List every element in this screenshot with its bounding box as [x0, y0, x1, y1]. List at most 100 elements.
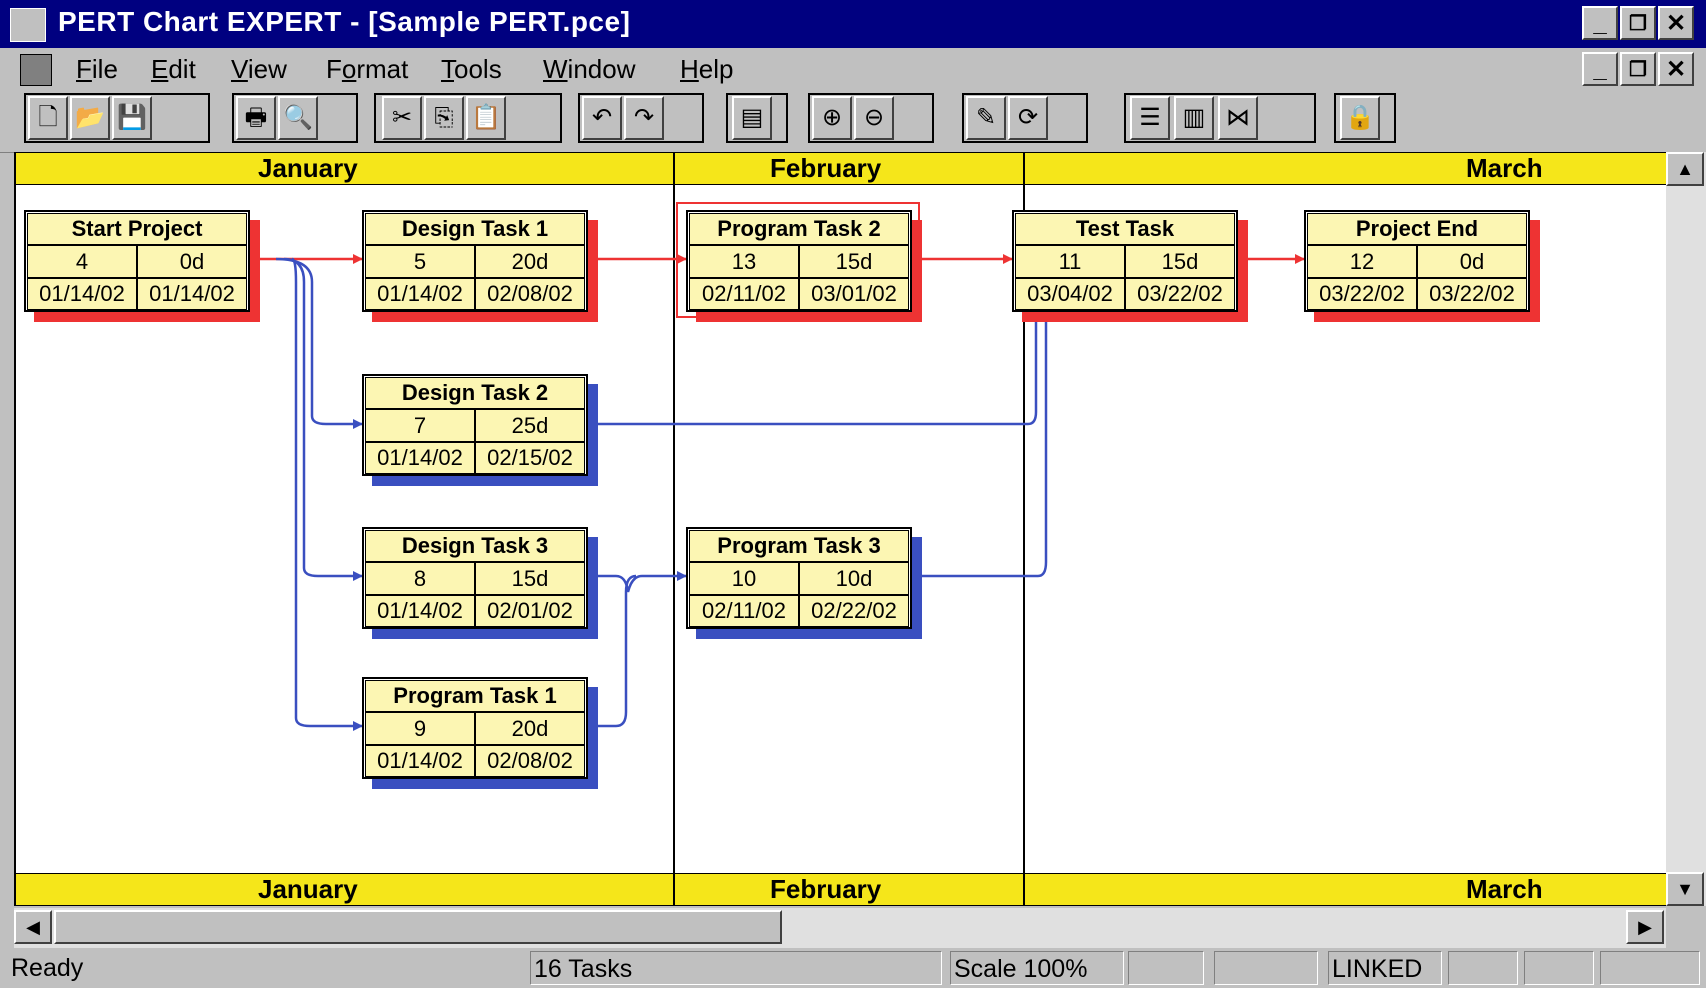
app-icon[interactable]: [10, 8, 46, 42]
task-box: Design Task 2 7 25d 01/14/02 02/15/02: [362, 374, 588, 476]
column-layout-icon: ▥: [1182, 104, 1206, 131]
task-duration: 10d: [799, 562, 909, 595]
doc-restore-button[interactable]: ❐: [1620, 52, 1656, 86]
scroll-thumb[interactable]: [54, 910, 782, 944]
save-icon: 💾: [117, 104, 147, 131]
task-end-date: 02/22/02: [799, 595, 909, 627]
open-icon: 📂: [75, 104, 105, 131]
task-info-icon: ▤: [740, 104, 764, 131]
menu-format[interactable]: Format: [326, 54, 408, 85]
scroll-down-button[interactable]: ▼: [1666, 872, 1704, 906]
status-ready: Ready: [11, 954, 84, 982]
window-title: PERT Chart EXPERT - [Sample PERT.pce]: [58, 6, 631, 37]
task-id: 11: [1015, 245, 1125, 278]
link-tasks-button[interactable]: ✎: [966, 96, 1006, 140]
document-icon[interactable]: [20, 54, 52, 86]
menu-edit[interactable]: Edit: [151, 54, 196, 85]
minimize-button[interactable]: _: [1582, 6, 1618, 40]
restore-button[interactable]: ❐: [1620, 6, 1656, 40]
menu-bar: File Edit View Format Tools Window Help …: [0, 48, 1706, 90]
scroll-left-button[interactable]: ◀: [14, 910, 52, 944]
task-id: 7: [365, 409, 475, 442]
status-linked: LINKED: [1328, 951, 1442, 985]
menu-file[interactable]: File: [76, 54, 118, 85]
print-preview-icon: 🔍: [283, 104, 313, 131]
vertical-scrollbar[interactable]: ▲ ▼: [1666, 152, 1706, 906]
doc-minimize-button[interactable]: _: [1582, 52, 1618, 86]
toolbar: 🗋 📂 💾 🖶 🔍 ✂ ⎘ 📋 ↶ ↷ ▤ ⊕ ⊖ ✎ ⟳ ☰ ▥ ⋈ 🔒: [0, 90, 1706, 153]
zoom-out-button[interactable]: ⊖: [854, 96, 894, 140]
dependency-link[interactable]: [275, 257, 363, 429]
status-panel-empty: [1128, 951, 1204, 985]
task-name: Test Task: [1015, 213, 1235, 245]
task-start-date: 01/14/02: [365, 278, 475, 310]
compress-button[interactable]: ⋈: [1218, 96, 1258, 140]
task-box: Project End 12 0d 03/22/02 03/22/02: [1304, 210, 1530, 312]
task-node[interactable]: Start Project 4 0d 01/14/02 01/14/02: [24, 210, 260, 322]
task-node[interactable]: Design Task 1 5 20d 01/14/02 02/08/02: [362, 210, 598, 322]
task-node[interactable]: Design Task 3 8 15d 01/14/02 02/01/02: [362, 527, 598, 639]
doc-close-button[interactable]: ✕: [1658, 52, 1694, 86]
pert-chart-canvas[interactable]: January February March January February …: [14, 152, 1666, 906]
row-layout-icon: ☰: [1139, 104, 1161, 131]
print-preview-button[interactable]: 🔍: [278, 96, 318, 140]
task-duration: 20d: [475, 712, 585, 745]
status-panel-empty: [1214, 951, 1318, 985]
zoom-out-icon: ⊖: [863, 104, 885, 131]
task-start-date: 01/14/02: [365, 745, 475, 777]
task-name: Start Project: [27, 213, 247, 245]
title-bar: PERT Chart EXPERT - [Sample PERT.pce] _ …: [0, 0, 1706, 48]
task-info-button[interactable]: ▤: [732, 96, 772, 140]
task-node[interactable]: Project End 12 0d 03/22/02 03/22/02: [1304, 210, 1540, 322]
task-end-date: 02/15/02: [475, 442, 585, 474]
new-button[interactable]: 🗋: [28, 96, 68, 140]
selection-outline: [676, 202, 920, 318]
horizontal-scrollbar[interactable]: ◀ ▶: [14, 908, 1666, 948]
status-task-count: 16 Tasks: [530, 951, 942, 985]
task-id: 12: [1307, 245, 1417, 278]
scroll-right-button[interactable]: ▶: [1626, 910, 1664, 944]
task-duration: 15d: [475, 562, 585, 595]
status-scale: Scale 100%: [950, 951, 1124, 985]
task-id: 8: [365, 562, 475, 595]
task-node[interactable]: Program Task 2 13 15d 02/11/02 03/01/02: [676, 202, 922, 322]
zoom-in-button[interactable]: ⊕: [812, 96, 852, 140]
menu-help[interactable]: Help: [680, 54, 733, 85]
redo-icon: ↷: [633, 104, 655, 131]
dependency-link[interactable]: [598, 571, 687, 593]
task-start-date: 01/14/02: [365, 595, 475, 627]
task-node[interactable]: Design Task 2 7 25d 01/14/02 02/15/02: [362, 374, 598, 486]
undo-button[interactable]: ↶: [582, 96, 622, 140]
refresh-button[interactable]: ⟳: [1008, 96, 1048, 140]
print-button[interactable]: 🖶: [236, 96, 276, 140]
menu-view[interactable]: View: [231, 54, 287, 85]
column-layout-button[interactable]: ▥: [1174, 96, 1214, 140]
status-panel-empty: [1600, 951, 1700, 985]
menu-window[interactable]: Window: [543, 54, 635, 85]
task-duration: 15d: [1125, 245, 1235, 278]
task-id: 4: [27, 245, 137, 278]
task-box: Program Task 1 9 20d 01/14/02 02/08/02: [362, 677, 588, 779]
close-button[interactable]: ✕: [1658, 6, 1694, 40]
task-node[interactable]: Test Task 11 15d 03/04/02 03/22/02: [1012, 210, 1248, 322]
dependency-link[interactable]: [598, 574, 637, 728]
task-node[interactable]: Program Task 1 9 20d 01/14/02 02/08/02: [362, 677, 598, 789]
task-name: Design Task 1: [365, 213, 585, 245]
save-button[interactable]: 💾: [112, 96, 152, 140]
lock-button[interactable]: 🔒: [1340, 96, 1380, 140]
row-layout-button[interactable]: ☰: [1130, 96, 1170, 140]
lock-icon: 🔒: [1345, 104, 1375, 131]
task-node[interactable]: Program Task 3 10 10d 02/11/02 02/22/02: [686, 527, 922, 639]
dependency-link[interactable]: [291, 257, 363, 731]
scroll-up-button[interactable]: ▲: [1666, 152, 1704, 186]
menu-tools[interactable]: Tools: [441, 54, 502, 85]
task-box: Design Task 3 8 15d 01/14/02 02/01/02: [362, 527, 588, 629]
paste-icon: 📋: [471, 104, 501, 131]
task-name: Program Task 3: [689, 530, 909, 562]
open-button[interactable]: 📂: [70, 96, 110, 140]
copy-button[interactable]: ⎘: [424, 96, 464, 140]
paste-button[interactable]: 📋: [466, 96, 506, 140]
cut-button[interactable]: ✂: [382, 96, 422, 140]
link-tasks-icon: ✎: [975, 104, 997, 131]
redo-button[interactable]: ↷: [624, 96, 664, 140]
